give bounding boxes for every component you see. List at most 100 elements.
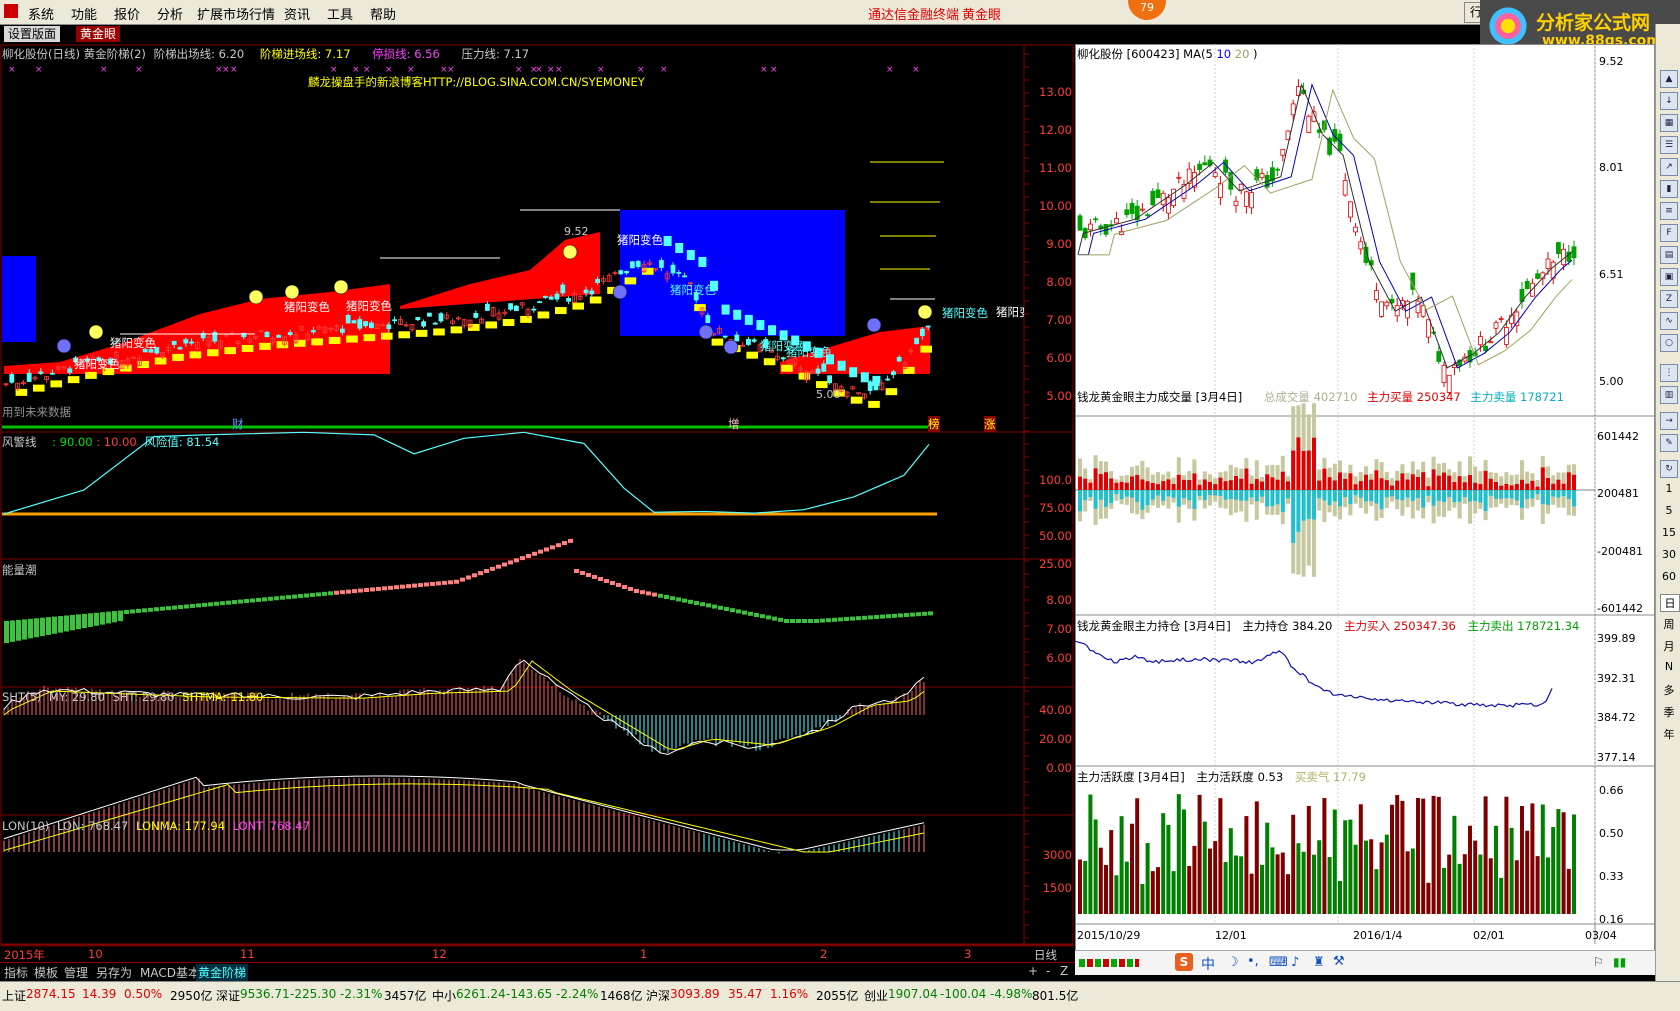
- menu-quote[interactable]: 报价: [114, 4, 140, 23]
- period-month[interactable]: 月: [1660, 638, 1678, 654]
- period-1min[interactable]: 1: [1660, 482, 1678, 495]
- sh-name[interactable]: 上证: [2, 987, 26, 1004]
- zoom-in-button[interactable]: +: [1028, 964, 1038, 978]
- sz-name[interactable]: 深证: [216, 987, 240, 1004]
- cy-name[interactable]: 创业: [864, 987, 888, 1004]
- report-icon[interactable]: ▤: [1660, 246, 1678, 264]
- activity-bar: [1244, 816, 1249, 914]
- energy-bar: [574, 569, 579, 573]
- sell-volume-bar: [1145, 490, 1150, 506]
- zoom-out-button[interactable]: -: [1046, 964, 1050, 978]
- hs-name[interactable]: 沪深: [646, 987, 670, 1004]
- buy-volume-bar: [1296, 437, 1301, 490]
- app-icon[interactable]: [4, 4, 18, 18]
- tree-icon[interactable]: ⋮: [1660, 364, 1678, 382]
- analysis-icon[interactable]: ∿: [1660, 312, 1678, 330]
- period-60min[interactable]: 60: [1660, 570, 1678, 583]
- tab-settings[interactable]: 设置版面: [4, 26, 61, 42]
- activity-bar: [1145, 843, 1150, 914]
- activity-bar: [1104, 864, 1108, 914]
- punct-icon[interactable]: •,: [1247, 954, 1259, 969]
- shirt-icon[interactable]: ♜: [1313, 955, 1325, 970]
- period-year[interactable]: 年: [1660, 726, 1678, 742]
- period-30min[interactable]: 30: [1660, 548, 1678, 561]
- tray-icon[interactable]: ⚐: [1593, 955, 1604, 969]
- buy-volume-bar: [1546, 478, 1550, 490]
- moon-icon[interactable]: ☽: [1227, 955, 1239, 970]
- menu-help[interactable]: 帮助: [370, 4, 396, 23]
- bar-icon[interactable]: ▥: [1660, 386, 1678, 404]
- period-week[interactable]: 周: [1660, 616, 1678, 632]
- energy-bar: [274, 596, 279, 601]
- date-label: 12: [432, 947, 447, 961]
- energy-bar: [16, 619, 21, 641]
- sell-volume-bar: [1504, 490, 1509, 499]
- notification-badge[interactable]: 79: [1128, 0, 1166, 20]
- period-multi[interactable]: 多: [1660, 682, 1678, 698]
- voice-icon[interactable]: ♪: [1291, 955, 1299, 970]
- period-n[interactable]: N: [1660, 660, 1678, 673]
- tab-manage[interactable]: 管理: [64, 964, 88, 981]
- tab-template[interactable]: 模板: [34, 964, 58, 981]
- ladder-step: [711, 338, 724, 346]
- list-icon[interactable]: ≡: [1660, 202, 1678, 220]
- grid-icon[interactable]: ▦: [1660, 114, 1678, 132]
- zx-amount: 1468亿: [600, 989, 643, 1003]
- login-icon[interactable]: →: [1660, 412, 1678, 430]
- right-charts-canvas[interactable]: [1075, 44, 1655, 974]
- tab-macd-basic[interactable]: MACD基本: [140, 964, 200, 981]
- energy-bar: [796, 619, 801, 623]
- ime-indicator[interactable]: 中: [1201, 954, 1215, 974]
- period-5min[interactable]: 5: [1660, 504, 1678, 517]
- period-season[interactable]: 季: [1660, 704, 1678, 720]
- candle-body: [751, 339, 757, 342]
- tab-save-as[interactable]: 另存为: [96, 964, 132, 981]
- pen-icon[interactable]: ✎: [1660, 434, 1678, 452]
- menu-extended-market[interactable]: 扩展市场行情: [197, 4, 275, 23]
- energy-bar: [610, 581, 615, 585]
- candle-icon[interactable]: ▮: [1660, 180, 1678, 198]
- keyboard-icon[interactable]: ⌨: [1269, 955, 1288, 970]
- sell-volume-bar: [1442, 490, 1446, 502]
- activity-bar: [1228, 828, 1233, 914]
- news-icon[interactable]: ▣: [1660, 268, 1678, 286]
- menu-function[interactable]: 功能: [71, 4, 97, 23]
- table-icon[interactable]: ☰: [1660, 136, 1678, 154]
- input-method-logo[interactable]: S: [1175, 953, 1193, 971]
- layout-tabs: 设置版面 黄金眼: [0, 25, 1075, 43]
- zx-name[interactable]: 中小: [432, 987, 456, 1004]
- search-icon[interactable]: ○: [1660, 334, 1678, 352]
- sell-volume-bar: [1156, 490, 1160, 496]
- candle-body: [1202, 162, 1208, 166]
- menu-system[interactable]: 系统: [28, 4, 54, 23]
- indicator-tabs: 指标 模板 管理 另存为 MACD基本 黄金阶梯 + - Z: [0, 962, 1075, 981]
- tab-golden-ladder[interactable]: 黄金阶梯: [196, 964, 249, 981]
- tab-golden-eye[interactable]: 黄金眼: [76, 26, 121, 42]
- zoom-reset-button[interactable]: Z: [1060, 964, 1068, 978]
- scroll-up-icon[interactable]: ▲: [1660, 70, 1678, 88]
- f10-icon[interactable]: F: [1660, 224, 1678, 242]
- menu-tools[interactable]: 工具: [327, 4, 353, 23]
- network-icon[interactable]: ▮▮: [1613, 955, 1626, 969]
- tab-indicator[interactable]: 指标: [4, 964, 28, 981]
- energy-bar: [712, 604, 717, 609]
- sell-volume-bar: [1488, 490, 1493, 496]
- scroll-down-icon[interactable]: ↓: [1660, 92, 1678, 110]
- period-day[interactable]: 日: [1660, 594, 1680, 612]
- refresh-icon[interactable]: ↻: [1660, 460, 1678, 478]
- menu-info[interactable]: 资讯: [284, 4, 310, 23]
- signal-cross: ×: [222, 65, 230, 75]
- menu-analysis[interactable]: 分析: [157, 4, 183, 23]
- signal-cross: ×: [886, 65, 894, 75]
- sht-y-label: 20.00: [1039, 732, 1072, 746]
- chart-icon[interactable]: ↗: [1660, 158, 1678, 176]
- sell-volume-bar: [1187, 490, 1192, 501]
- activity-bar: [1457, 863, 1462, 914]
- future-data-note: 用到未来数据: [2, 405, 71, 419]
- tools-icon[interactable]: ⚒: [1333, 954, 1345, 969]
- candle-body: [1524, 280, 1530, 290]
- sell-volume-bar: [1364, 490, 1368, 502]
- sellout-value: 178721.34: [1517, 619, 1580, 633]
- period-15min[interactable]: 15: [1660, 526, 1678, 539]
- fiz-icon[interactable]: Z: [1660, 290, 1678, 308]
